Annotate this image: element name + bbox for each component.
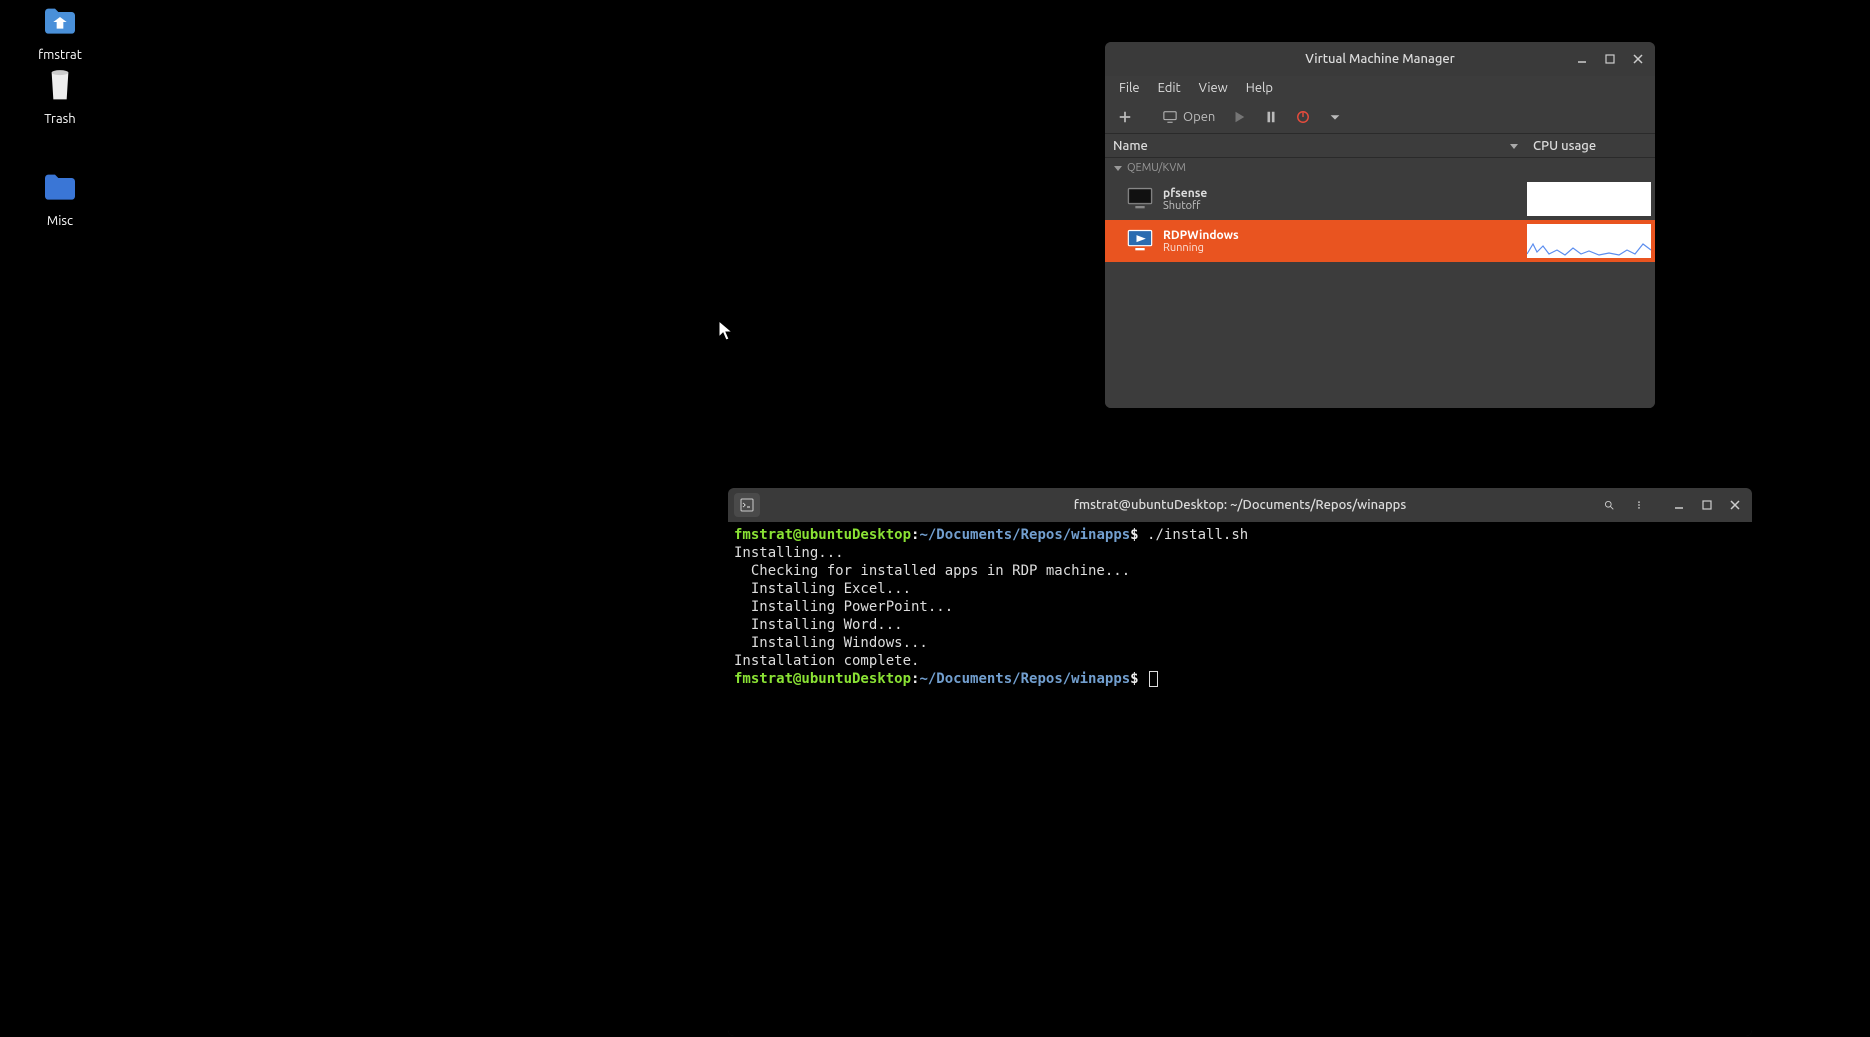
close-button[interactable]	[1722, 494, 1748, 516]
search-icon	[1604, 500, 1614, 510]
sort-indicator-icon	[1509, 141, 1519, 151]
vmm-column-headers: Name CPU usage	[1105, 134, 1655, 158]
desktop-icon-folder[interactable]: Misc	[20, 166, 100, 228]
terminal-title: fmstrat@ubuntuDesktop: ~/Documents/Repos…	[1074, 498, 1406, 512]
shutdown-vm-button[interactable]	[1289, 103, 1317, 131]
desktop-icon-trash[interactable]: Trash	[20, 64, 100, 126]
mouse-cursor-icon	[718, 320, 734, 342]
vm-state: Shutoff	[1163, 200, 1527, 212]
vmm-list: QEMU/KVM pfsense Shutoff RDPWindows Runn…	[1105, 158, 1655, 408]
desktop-icon-label: Trash	[44, 112, 75, 126]
desktop-icon-home[interactable]: fmstrat	[20, 0, 100, 62]
folder-icon	[38, 166, 82, 210]
new-vm-button[interactable]	[1111, 103, 1139, 131]
open-label: Open	[1183, 110, 1215, 124]
vm-cpu-graph	[1527, 182, 1651, 216]
power-icon	[1296, 110, 1310, 124]
run-vm-button[interactable]	[1225, 103, 1253, 131]
vm-icon	[1121, 185, 1159, 213]
maximize-button[interactable]	[1694, 494, 1720, 516]
vm-icon	[1121, 227, 1159, 255]
home-icon	[38, 0, 82, 44]
pause-vm-button[interactable]	[1257, 103, 1285, 131]
close-button[interactable]	[1625, 48, 1651, 70]
pause-icon	[1264, 110, 1278, 124]
menu-button[interactable]	[1626, 494, 1652, 516]
vm-row-pfsense[interactable]: pfsense Shutoff	[1105, 178, 1655, 220]
search-button[interactable]	[1596, 494, 1622, 516]
vm-row-rdpwindows[interactable]: RDPWindows Running	[1105, 220, 1655, 262]
monitor-icon	[1163, 110, 1177, 124]
vmm-window: Virtual Machine Manager File Edit View H…	[1105, 42, 1655, 408]
chevron-down-icon	[1328, 110, 1342, 124]
terminal-body[interactable]: fmstrat@ubuntuDesktop:~/Documents/Repos/…	[728, 522, 1752, 1036]
vmm-connection-row[interactable]: QEMU/KVM	[1105, 158, 1655, 178]
desktop-icon-label: Misc	[47, 214, 73, 228]
shutdown-menu-button[interactable]	[1321, 103, 1349, 131]
menu-view[interactable]: View	[1191, 79, 1236, 97]
vmm-title: Virtual Machine Manager	[1305, 52, 1455, 66]
new-tab-button[interactable]	[734, 493, 760, 517]
vm-name: pfsense	[1163, 187, 1527, 200]
minimize-button[interactable]	[1569, 48, 1595, 70]
desktop-icon-label: fmstrat	[38, 48, 82, 62]
terminal-window: fmstrat@ubuntuDesktop: ~/Documents/Repos…	[728, 488, 1752, 1036]
column-cpu[interactable]: CPU usage	[1525, 139, 1655, 153]
vm-state: Running	[1163, 242, 1527, 254]
trash-icon	[38, 64, 82, 108]
open-vm-button[interactable]: Open	[1157, 103, 1221, 131]
column-name[interactable]: Name	[1105, 139, 1525, 153]
vmm-titlebar[interactable]: Virtual Machine Manager	[1105, 42, 1655, 76]
vm-cpu-graph	[1527, 224, 1651, 258]
vmm-menubar: File Edit View Help	[1105, 76, 1655, 100]
terminal-titlebar[interactable]: fmstrat@ubuntuDesktop: ~/Documents/Repos…	[728, 488, 1752, 522]
maximize-button[interactable]	[1597, 48, 1623, 70]
vm-name: RDPWindows	[1163, 229, 1527, 242]
menu-file[interactable]: File	[1111, 79, 1148, 97]
vmm-toolbar: Open	[1105, 100, 1655, 134]
terminal-icon	[740, 498, 754, 512]
chevron-down-icon	[1113, 163, 1123, 173]
play-icon	[1232, 110, 1246, 124]
menu-edit[interactable]: Edit	[1150, 79, 1189, 97]
minimize-button[interactable]	[1666, 494, 1692, 516]
menu-help[interactable]: Help	[1238, 79, 1281, 97]
kebab-icon	[1634, 500, 1644, 510]
